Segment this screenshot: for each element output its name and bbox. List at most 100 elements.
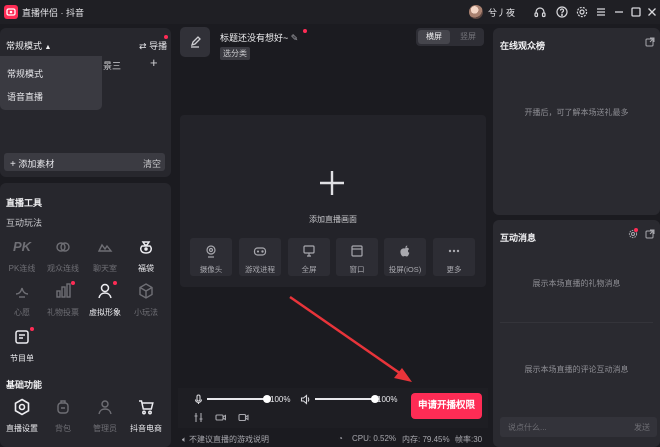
cpu-usage: CPU: 0.52% [352,434,397,443]
mode-select[interactable]: 常规模式 ▲ [6,39,51,52]
virtual-avatar-tool[interactable]: 虚拟形象 [85,281,125,322]
maximize-icon[interactable] [629,5,643,19]
clear-button[interactable]: 清空 [143,157,161,170]
add-material-label: 添加素材 [18,159,55,169]
apple-icon [398,244,412,258]
landscape-tab[interactable]: 横屏 [418,30,450,44]
scene-tab[interactable]: 景三 [103,59,121,72]
memory-usage: 内存: 79.45% [402,435,450,444]
gamepad-icon [253,244,267,258]
stream-title[interactable]: 标题还没有想好~ ✎ [220,31,298,44]
help-icon[interactable] [555,5,569,19]
frame-rate: 帧率:30 [455,435,483,444]
mode-option-voice[interactable]: 语音直播 [7,90,43,103]
source-game-label: 游戏进程 [245,265,275,274]
mixer-icon[interactable] [193,412,204,423]
speaker-volume-fill [315,398,375,400]
stream-settings-tool[interactable]: 直播设置 [2,398,42,438]
ecommerce-tool[interactable]: 抖音电商 [126,398,166,438]
menu-icon[interactable] [594,5,608,19]
mode-option-normal[interactable]: 常规模式 [7,67,43,80]
viewer-link-tool[interactable]: 观众连线 [43,238,83,278]
send-button[interactable]: 发送 [634,422,650,433]
speaker-warning-icon: 🔈︎ [182,435,187,444]
mic-volume-fill [207,398,267,400]
source-window[interactable]: 窗口 [336,238,378,276]
interaction-panel [493,220,660,447]
gift-vote-icon [54,282,72,300]
wish-tool[interactable]: 心愿 [2,282,42,322]
comment-input[interactable] [500,417,620,437]
lucky-bag-icon [137,238,155,256]
portrait-tab[interactable]: 竖屏 [452,30,484,44]
add-screen-label: 添加直播画面 [309,215,357,224]
avatar-icon [96,282,114,300]
ecommerce-label: 抖音电商 [130,424,162,433]
source-ios-cast-label: 投屏(iOS) [388,265,422,274]
program-list-tool[interactable]: 节目单 [2,327,42,368]
speaker-volume-value: 100% [377,395,398,404]
mini-game-tool[interactable]: 小玩法 [126,282,166,322]
game-hint-link[interactable]: 🔈︎ 不建议直播的游戏说明 [182,434,269,445]
viewers-empty-text: 开播后，可了解本场送礼最多 [524,108,629,117]
mini-game-icon [137,282,155,300]
mic-volume-value: 100% [270,395,291,404]
mic-icon[interactable] [193,394,204,405]
notification-dot [164,35,168,39]
stream-cover-button[interactable] [180,27,210,57]
popout-icon[interactable] [645,229,655,239]
minimize-icon[interactable] [612,5,626,19]
swap-icon: ⇄ [139,41,147,51]
speaker-icon[interactable] [300,394,311,405]
source-more-label: 更多 [446,265,462,274]
performance-icon: ◔ [338,434,343,443]
guide-button[interactable]: ⇄ 导播 [139,39,167,52]
link-icon [54,238,72,256]
lucky-bag-tool[interactable]: 福袋 [126,238,166,278]
viewers-panel [493,28,660,215]
program-list-label: 节目单 [10,354,34,363]
notification-dot [634,228,638,232]
close-icon[interactable] [645,5,659,19]
source-more[interactable]: 更多 [433,238,475,276]
basic-title: 基础功能 [6,380,43,390]
settings-gear-icon[interactable] [575,5,589,19]
notification-dot [71,281,75,285]
divider [500,322,653,323]
admin-icon [96,398,114,416]
user-name[interactable]: 兮丿夜 [488,6,515,19]
source-camera-label: 摄像头 [199,265,223,274]
source-camera[interactable]: 摄像头 [190,238,232,276]
viewers-title: 在线观众榜 [500,41,546,51]
source-game[interactable]: 游戏进程 [239,238,281,276]
popout-icon[interactable] [645,37,655,47]
admin-tool[interactable]: 管理员 [85,398,125,438]
gift-vote-tool[interactable]: 礼物投票 [43,281,83,322]
tools-title: 直播工具 [6,198,43,208]
guide-label: 导播 [149,41,168,51]
camera-icon [204,244,218,258]
headset-icon[interactable] [533,5,547,19]
apply-stream-permission-button[interactable]: 申请开播权限 [411,393,482,419]
backpack-tool[interactable]: 背包 [43,398,83,438]
window-icon [350,244,364,258]
record-icon[interactable] [215,412,226,423]
category-select[interactable]: 选分类 [220,47,250,60]
pk-tool[interactable]: PK PK连线 [2,238,42,278]
video-icon[interactable] [238,412,249,423]
interaction-title: 互动消息 [500,233,537,243]
source-fullscreen-label: 全屏 [301,265,317,274]
gift-vote-label: 礼物投票 [47,308,79,317]
cart-icon [137,398,155,416]
plus-icon: + [10,159,16,170]
chat-room-icon [96,238,114,256]
user-avatar[interactable] [469,5,483,19]
add-screen-icon[interactable] [318,169,346,197]
source-fullscreen[interactable]: 全屏 [288,238,330,276]
caret-up-icon: ▲ [44,44,52,51]
add-material-button[interactable]: + 添加素材 [10,157,54,170]
source-ios-cast[interactable]: 投屏(iOS) [384,238,426,276]
add-scene-icon[interactable]: + [150,55,158,70]
annotation-arrow-icon [289,295,412,382]
chat-room-tool[interactable]: 聊天室 [85,238,125,278]
